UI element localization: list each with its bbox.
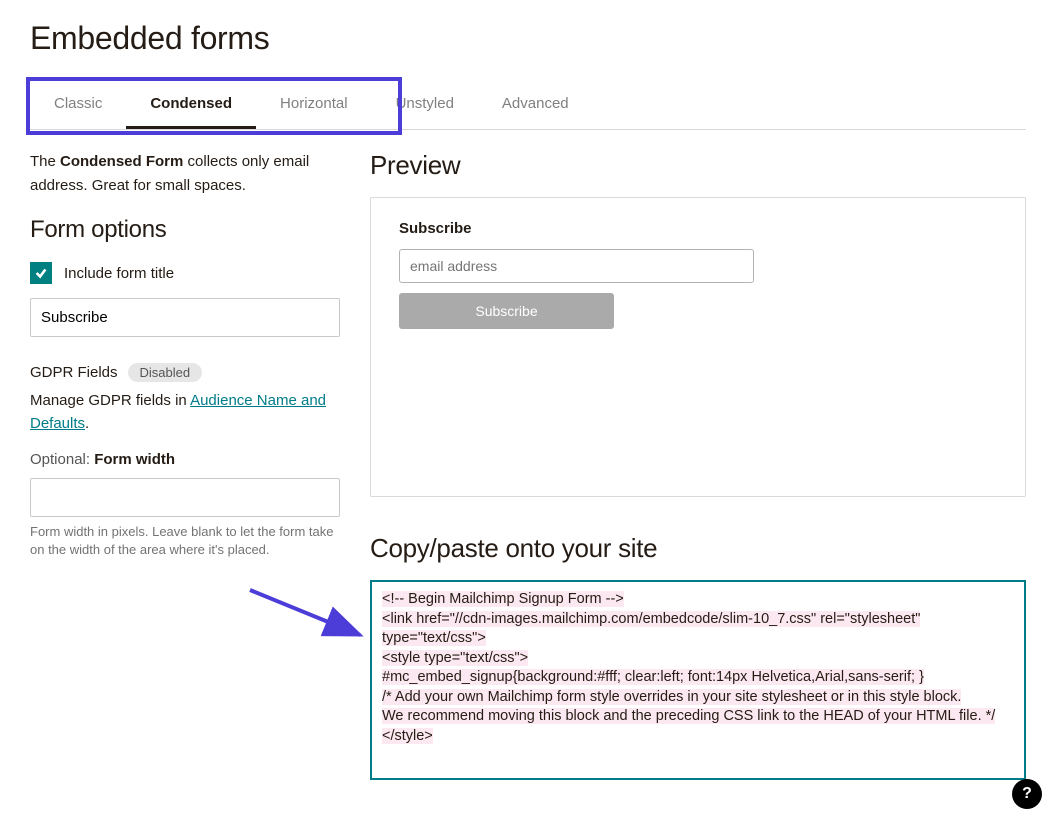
embed-code-textarea[interactable]: <!-- Begin Mailchimp Signup Form --><lin… (370, 580, 1026, 780)
preview-heading: Preview (370, 150, 1026, 181)
intro-text: The Condensed Form collects only email a… (30, 150, 340, 198)
form-title-input[interactable] (30, 298, 340, 337)
gdpr-row: GDPR Fields Disabled (30, 363, 340, 382)
check-icon (34, 266, 48, 280)
help-button[interactable]: ? (1012, 779, 1042, 809)
gdpr-status-badge: Disabled (128, 363, 203, 382)
preview-email-input[interactable] (399, 249, 754, 283)
tabs: Classic Condensed Horizontal Unstyled Ad… (30, 81, 1026, 130)
tab-classic[interactable]: Classic (30, 81, 126, 129)
form-width-help: Form width in pixels. Leave blank to let… (30, 523, 340, 559)
copypaste-heading: Copy/paste onto your site (370, 533, 1026, 564)
form-options-heading: Form options (30, 216, 340, 244)
gdpr-label: GDPR Fields (30, 364, 118, 381)
tab-horizontal[interactable]: Horizontal (256, 81, 372, 129)
include-title-checkbox[interactable] (30, 262, 52, 284)
preview-subscribe-button[interactable]: Subscribe (399, 293, 614, 329)
tab-condensed[interactable]: Condensed (126, 81, 256, 129)
form-width-input[interactable] (30, 478, 340, 517)
include-title-label: Include form title (64, 265, 174, 282)
gdpr-text: Manage GDPR fields in Audience Name and … (30, 390, 340, 435)
preview-box: Subscribe Subscribe (370, 197, 1026, 497)
preview-subscribe-label: Subscribe (399, 220, 997, 237)
tab-advanced[interactable]: Advanced (478, 81, 593, 129)
tab-unstyled[interactable]: Unstyled (372, 81, 478, 129)
include-title-row: Include form title (30, 262, 340, 284)
form-width-label: Optional: Form width (30, 451, 340, 468)
page-title: Embedded forms (30, 20, 1026, 57)
